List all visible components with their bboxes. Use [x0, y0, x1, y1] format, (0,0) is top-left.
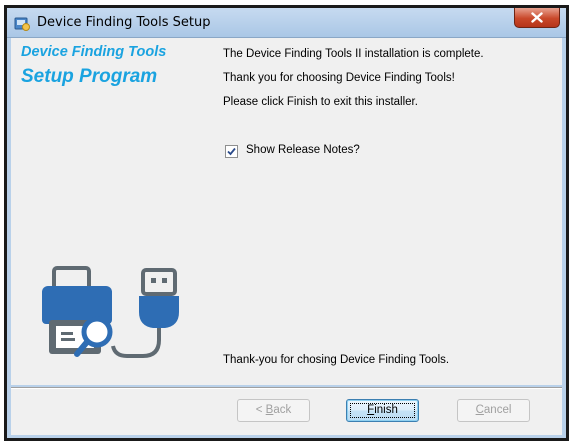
completion-message: The Device Finding Tools II installation…: [223, 48, 484, 60]
footer-message: Thank-you for chosing Device Finding Too…: [223, 354, 450, 366]
close-icon: [531, 12, 543, 23]
button-bar: < Back Finish Cancel: [11, 389, 562, 435]
title-bar[interactable]: Device Finding Tools Setup: [7, 8, 566, 38]
thank-you-message: Thank you for choosing Device Finding To…: [223, 72, 455, 84]
installer-icon: [14, 15, 30, 31]
close-button[interactable]: [514, 8, 560, 28]
cancel-button[interactable]: Cancel: [457, 399, 530, 422]
back-button[interactable]: < Back: [237, 399, 310, 422]
checkmark-icon: [227, 147, 236, 156]
brand-subtitle: Setup Program: [21, 66, 158, 87]
finish-instruction: Please click Finish to exit this install…: [223, 96, 418, 108]
printer-usb-illustration: [39, 266, 184, 366]
brand-title: Device Finding Tools: [21, 44, 167, 60]
content-panel: Device Finding Tools Setup Program The D…: [11, 38, 562, 385]
show-release-notes-label[interactable]: Show Release Notes?: [246, 144, 360, 156]
setup-window: Device Finding Tools Setup Device Findin…: [4, 5, 569, 441]
show-release-notes-checkbox[interactable]: [225, 145, 238, 158]
window-title: Device Finding Tools Setup: [37, 15, 211, 30]
finish-button[interactable]: Finish: [346, 399, 419, 422]
